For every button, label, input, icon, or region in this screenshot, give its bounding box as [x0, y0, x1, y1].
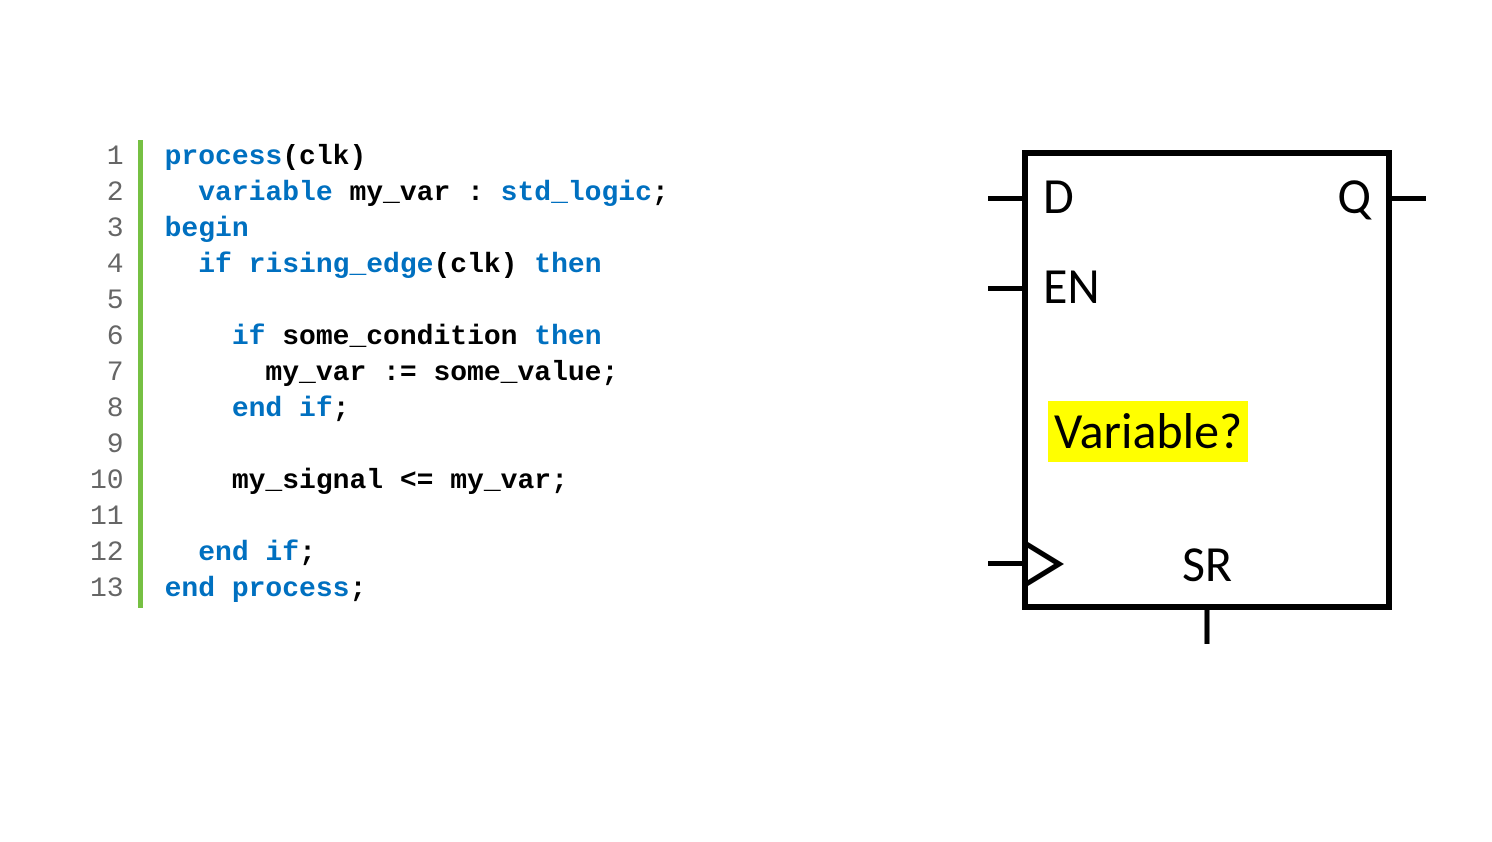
code-line: if some_condition then — [165, 320, 669, 356]
line-number: 2 — [90, 176, 124, 212]
code-line: end process; — [165, 572, 669, 608]
line-number: 1 — [90, 140, 124, 176]
line-numbers: 12345678910111213 — [90, 140, 138, 608]
line-number: 4 — [90, 248, 124, 284]
code-line — [165, 500, 669, 536]
code-line — [165, 428, 669, 464]
code-line: end if; — [165, 392, 669, 428]
line-number: 8 — [90, 392, 124, 428]
code-line: process(clk) — [165, 140, 669, 176]
label-sr: SR — [1182, 534, 1232, 595]
line-number: 9 — [90, 428, 124, 464]
flipflop-diagram: D Q EN SR Variable? — [1022, 150, 1392, 610]
line-number: 12 — [90, 536, 124, 572]
pin-clk-wire — [988, 561, 1028, 566]
pin-en-wire — [988, 286, 1028, 291]
code-content: process(clk) variable my_var : std_logic… — [165, 140, 669, 608]
code-line: if rising_edge(clk) then — [165, 248, 669, 284]
code-line: end if; — [165, 536, 669, 572]
line-number: 13 — [90, 572, 124, 608]
pin-d-wire — [988, 196, 1028, 201]
line-number: 11 — [90, 500, 124, 536]
label-q: Q — [1337, 166, 1371, 227]
code-line: my_var := some_value; — [165, 356, 669, 392]
line-number: 3 — [90, 212, 124, 248]
code-line: my_signal <= my_var; — [165, 464, 669, 500]
highlight-variable: Variable? — [1048, 401, 1248, 462]
line-number: 5 — [90, 284, 124, 320]
clock-triangle-icon — [1028, 542, 1064, 586]
pin-q-wire — [1386, 196, 1426, 201]
label-en: EN — [1043, 256, 1100, 317]
flipflop-box: D Q EN SR Variable? — [1022, 150, 1392, 610]
gutter-bar — [138, 140, 143, 608]
code-line: begin — [165, 212, 669, 248]
line-number: 10 — [90, 464, 124, 500]
code-line — [165, 284, 669, 320]
pin-sr-wire — [1205, 604, 1210, 644]
label-d: D — [1043, 166, 1074, 227]
code-block: 12345678910111213 process(clk) variable … — [90, 140, 669, 608]
code-line: variable my_var : std_logic; — [165, 176, 669, 212]
line-number: 6 — [90, 320, 124, 356]
line-number: 7 — [90, 356, 124, 392]
